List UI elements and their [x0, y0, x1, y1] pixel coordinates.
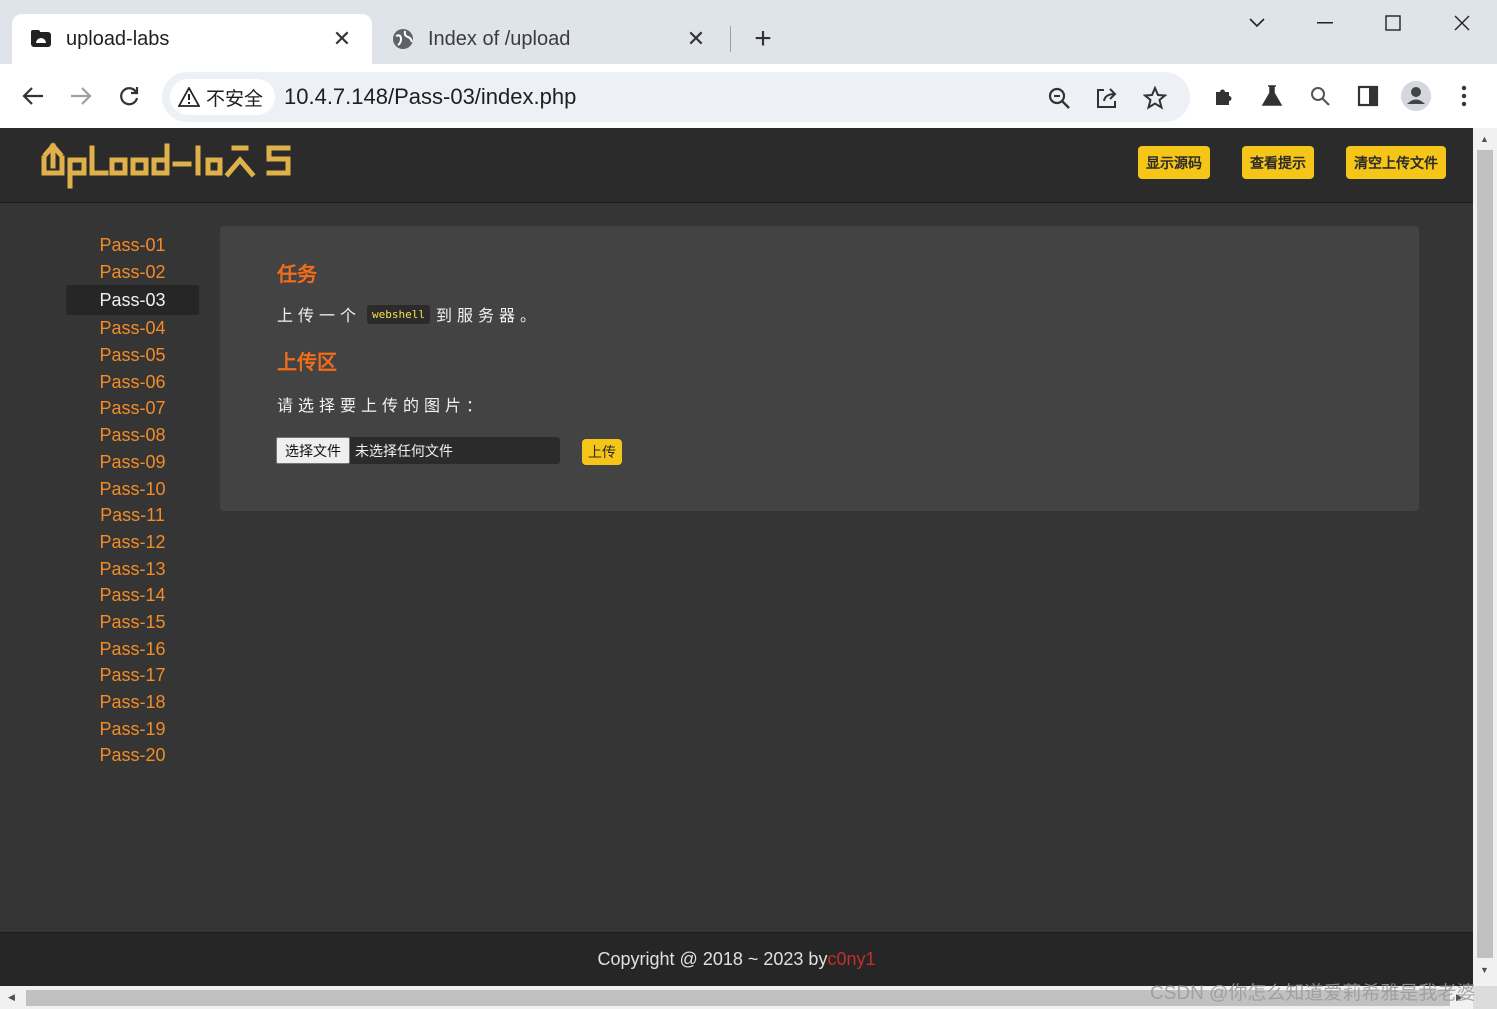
- scroll-left-icon[interactable]: ◀: [8, 992, 15, 1003]
- choose-file-button[interactable]: 选择文件: [276, 437, 350, 464]
- tab-index-of-upload[interactable]: Index of /upload ✕: [374, 14, 726, 64]
- search-icon[interactable]: [1304, 80, 1336, 112]
- site-header: 显示源码 查看提示 清空上传文件: [0, 128, 1473, 203]
- close-window-icon[interactable]: [1445, 8, 1479, 38]
- sidebar-item-pass-04[interactable]: Pass-04: [66, 315, 199, 342]
- scroll-down-icon[interactable]: ▼: [1480, 965, 1489, 975]
- file-input[interactable]: 选择文件 未选择任何文件: [276, 437, 560, 464]
- task-suffix: 到服务器。: [436, 308, 542, 325]
- zoom-icon[interactable]: [1044, 83, 1074, 113]
- csdn-watermark: CSDN @你怎么知道爱莉希雅是我老婆: [1150, 983, 1476, 1004]
- bookmark-star-icon[interactable]: [1140, 83, 1170, 113]
- task-heading: 任务: [277, 264, 317, 286]
- reload-icon[interactable]: [111, 78, 147, 114]
- sidebar-item-pass-15[interactable]: Pass-15: [66, 609, 199, 636]
- task-card: 任务 上传一个 webshell 到服务器。 上传区 请选择要上传的图片： 选择…: [220, 226, 1419, 511]
- clear-uploads-button[interactable]: 清空上传文件: [1346, 146, 1446, 179]
- sidebar-item-pass-10[interactable]: Pass-10: [66, 476, 199, 503]
- sidebar-item-pass-07[interactable]: Pass-07: [66, 395, 199, 422]
- copyright-text: Copyright @ 2018 ~ 2023 by: [597, 949, 828, 969]
- pass-sidebar: Pass-01 Pass-02 Pass-03 Pass-04 Pass-05 Pass-…: [66, 232, 199, 769]
- menu-kebab-icon[interactable]: [1448, 80, 1480, 112]
- browser-toolbar: 不安全 10.4.7.148/Pass-03/index.php: [0, 64, 1497, 128]
- sidebar-item-pass-16[interactable]: Pass-16: [66, 636, 199, 663]
- folder-icon: [30, 28, 52, 50]
- sidebar-item-pass-08[interactable]: Pass-08: [66, 422, 199, 449]
- forward-icon[interactable]: [63, 78, 99, 114]
- close-tab-icon[interactable]: ✕: [330, 26, 354, 51]
- tab-strip: upload-labs ✕ Index of /upload ✕ +: [0, 0, 1497, 64]
- new-tab-icon[interactable]: +: [746, 22, 780, 56]
- webshell-code: webshell: [367, 304, 430, 324]
- task-prefix: 上传一个: [277, 308, 362, 325]
- url-text[interactable]: 10.4.7.148/Pass-03/index.php: [284, 84, 576, 110]
- view-hint-button[interactable]: 查看提示: [1242, 146, 1314, 179]
- sidebar-item-pass-09[interactable]: Pass-09: [66, 449, 199, 476]
- profile-avatar-icon[interactable]: [1400, 80, 1432, 112]
- task-description: 上传一个 webshell 到服务器。: [277, 302, 541, 326]
- tab-search-icon[interactable]: [1240, 8, 1274, 38]
- address-bar[interactable]: 不安全 10.4.7.148/Pass-03/index.php: [162, 72, 1190, 122]
- show-source-button[interactable]: 显示源码: [1138, 146, 1210, 179]
- warning-icon: [178, 87, 200, 107]
- vertical-scrollbar[interactable]: ▲ ▼: [1473, 128, 1497, 986]
- upload-heading: 上传区: [277, 352, 337, 374]
- sidebar-item-pass-14[interactable]: Pass-14: [66, 582, 199, 609]
- share-icon[interactable]: [1092, 83, 1122, 113]
- close-tab-icon[interactable]: ✕: [684, 26, 708, 51]
- sidebar-item-pass-17[interactable]: Pass-17: [66, 662, 199, 689]
- tab-upload-labs[interactable]: upload-labs ✕: [12, 14, 372, 64]
- side-panel-icon[interactable]: [1352, 80, 1384, 112]
- globe-icon: [392, 28, 414, 50]
- tab-title: upload-labs: [66, 27, 170, 50]
- sidebar-item-pass-20[interactable]: Pass-20: [66, 742, 199, 769]
- sidebar-item-pass-03[interactable]: Pass-03: [66, 285, 199, 316]
- sidebar-item-pass-05[interactable]: Pass-05: [66, 342, 199, 369]
- scroll-up-icon[interactable]: ▲: [1480, 134, 1489, 144]
- security-chip[interactable]: 不安全: [170, 79, 276, 115]
- sidebar-item-pass-02[interactable]: Pass-02: [66, 259, 199, 286]
- upload-submit-button[interactable]: 上传: [582, 439, 622, 465]
- author-link[interactable]: c0ny1: [827, 949, 875, 970]
- labs-flask-icon[interactable]: [1256, 80, 1288, 112]
- maximize-icon[interactable]: [1376, 8, 1410, 38]
- sidebar-item-pass-12[interactable]: Pass-12: [66, 529, 199, 556]
- sidebar-item-pass-06[interactable]: Pass-06: [66, 369, 199, 396]
- tab-separator: [730, 26, 731, 52]
- vertical-scroll-thumb[interactable]: [1477, 150, 1493, 958]
- page-viewport: 显示源码 查看提示 清空上传文件 Pass-01 Pass-02 Pass-03 Pa…: [0, 128, 1473, 986]
- sidebar-item-pass-18[interactable]: Pass-18: [66, 689, 199, 716]
- scrollbar-corner: [1473, 986, 1497, 1009]
- sidebar-item-pass-01[interactable]: Pass-01: [66, 232, 199, 259]
- choose-image-label: 请选择要上传的图片：: [277, 398, 488, 415]
- file-status: 未选择任何文件: [355, 442, 453, 459]
- extensions-icon[interactable]: [1208, 80, 1240, 112]
- tab-title: Index of /upload: [428, 27, 571, 50]
- minimize-icon[interactable]: [1308, 8, 1342, 38]
- sidebar-item-pass-13[interactable]: Pass-13: [66, 556, 199, 583]
- security-label: 不安全: [206, 88, 264, 110]
- sidebar-item-pass-11[interactable]: Pass-11: [66, 502, 199, 529]
- upload-labs-logo[interactable]: [40, 140, 298, 195]
- back-icon[interactable]: [15, 78, 51, 114]
- sidebar-item-pass-19[interactable]: Pass-19: [66, 716, 199, 743]
